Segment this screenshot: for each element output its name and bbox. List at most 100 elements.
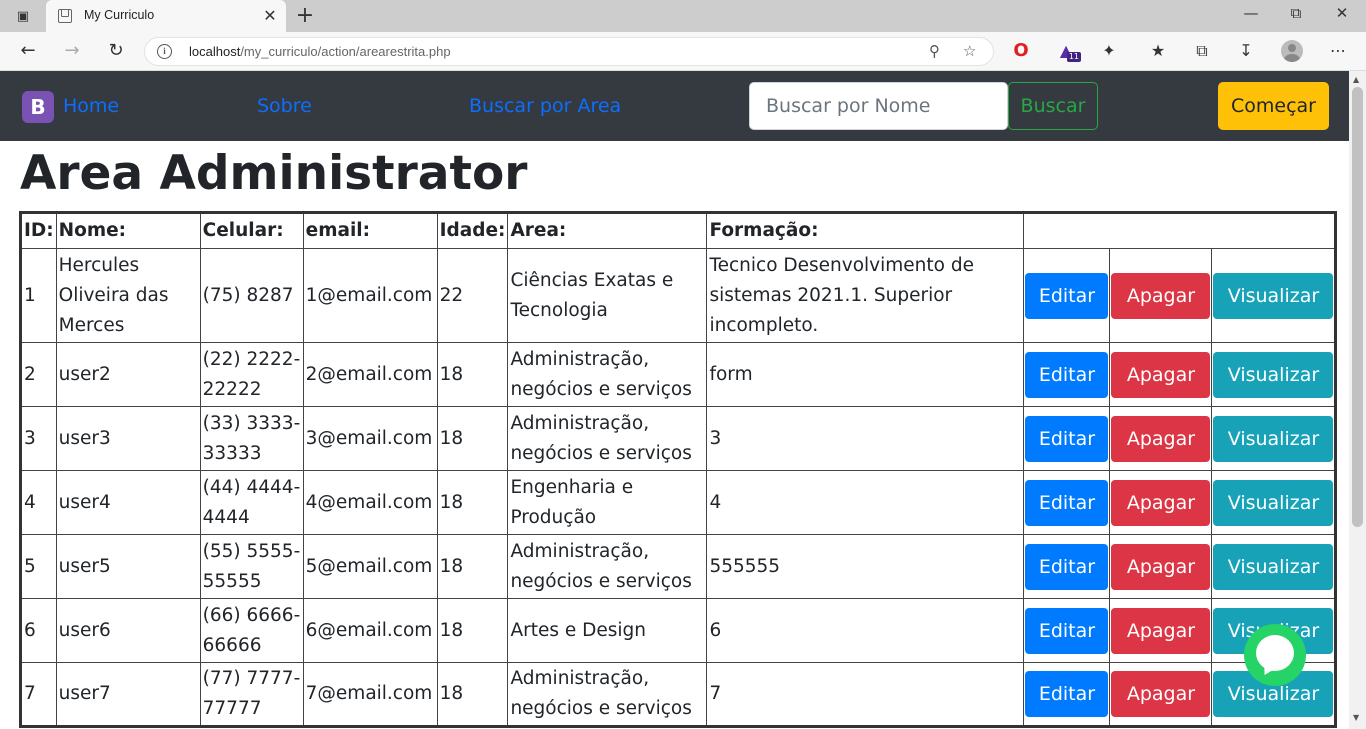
delete-button[interactable]: Apagar <box>1111 351 1211 398</box>
restore-icon[interactable]: ⧉ <box>1281 4 1311 22</box>
new-tab-icon[interactable]: + <box>293 3 317 28</box>
url-text[interactable]: localhost/my_curriculo/action/arearestri… <box>189 44 451 59</box>
cell-id: 4 <box>20 470 57 535</box>
cell-area: Administração, negócios e serviços <box>507 406 708 471</box>
start-button[interactable]: Começar <box>1218 82 1329 130</box>
cell-id: 7 <box>20 662 57 727</box>
action-cell: Apagar <box>1109 662 1213 727</box>
table-row: 1 Hercules Oliveira das Merces (75) 8287 1@… <box>20 248 1337 343</box>
collections-icon[interactable]: ⧉ <box>1189 37 1215 65</box>
cell-formacao: 555555 <box>706 534 1025 599</box>
header-celular: Celular: <box>199 212 304 249</box>
view-button[interactable]: Visualizar <box>1213 479 1334 526</box>
nav-link-sobre[interactable]: Sobre <box>257 95 312 117</box>
scroll-up-icon[interactable]: ▲ <box>1353 75 1359 84</box>
extensions-icon[interactable]: ✦ <box>1096 37 1122 65</box>
edit-button[interactable]: Editar <box>1025 543 1109 590</box>
nav-link-buscar-area[interactable]: Buscar por Area <box>469 95 621 117</box>
favorites-icon[interactable]: ★ <box>1145 37 1171 65</box>
cell-area: Administração, negócios e serviços <box>507 342 708 407</box>
edit-button[interactable]: Editar <box>1025 351 1109 398</box>
cell-email: 6@email.com <box>302 598 438 663</box>
view-button[interactable]: Visualizar <box>1213 415 1334 462</box>
action-cell: Visualizar <box>1211 406 1337 471</box>
action-cell: Apagar <box>1109 342 1213 407</box>
table-row: 6 user6 (66) 6666-66666 6@email.com 18 Artes … <box>20 598 1337 663</box>
close-window-icon[interactable]: ✕ <box>1327 4 1357 22</box>
cell-celular: (75) 8287 <box>199 248 304 343</box>
zoom-icon[interactable]: ⚲ <box>929 42 940 60</box>
chat-widget-icon[interactable] <box>1244 624 1306 686</box>
graduation-extension-icon[interactable]: ▲ 11 <box>1053 37 1081 65</box>
users-table: ID: Nome: Celular: email: Idade: Area: F… <box>19 211 1338 728</box>
search-button[interactable]: Buscar <box>1008 82 1098 130</box>
header-id: ID: <box>20 212 57 249</box>
cell-email: 3@email.com <box>302 406 438 471</box>
action-cell: Visualizar <box>1211 534 1337 599</box>
cell-formacao: 7 <box>706 662 1025 727</box>
cell-area: Ciências Exatas e Tecnologia <box>507 248 708 343</box>
view-button[interactable]: Visualizar <box>1213 351 1334 398</box>
cell-formacao: 4 <box>706 470 1025 535</box>
add-favorite-icon[interactable]: ☆ <box>963 42 976 60</box>
refresh-icon[interactable]: ↻ <box>102 38 130 64</box>
more-menu-icon[interactable]: ⋯ <box>1325 37 1351 65</box>
delete-button[interactable]: Apagar <box>1111 415 1211 462</box>
close-tab-icon[interactable]: ✕ <box>261 6 279 25</box>
cell-nome: user2 <box>55 342 201 407</box>
header-area: Area: <box>507 212 708 249</box>
cell-id: 1 <box>20 248 57 343</box>
page-scrollbar[interactable]: ▲ ▼ <box>1349 71 1366 729</box>
delete-button[interactable]: Apagar <box>1111 479 1211 526</box>
cell-nome: user4 <box>55 470 201 535</box>
view-button[interactable]: Visualizar <box>1213 272 1334 319</box>
cell-celular: (22) 2222-22222 <box>199 342 304 407</box>
delete-button[interactable]: Apagar <box>1111 272 1211 319</box>
nav-link-home[interactable]: Home <box>63 95 119 117</box>
cell-nome: user6 <box>55 598 201 663</box>
cell-formacao: form <box>706 342 1025 407</box>
action-cell: Apagar <box>1109 248 1213 343</box>
brand-logo-icon[interactable]: B <box>22 91 54 123</box>
edit-button[interactable]: Editar <box>1025 479 1109 526</box>
action-cell: Visualizar <box>1211 342 1337 407</box>
header-actions <box>1023 212 1337 249</box>
profile-avatar[interactable] <box>1281 40 1303 62</box>
table-row: 2 user2 (22) 2222-22222 2@email.com 18 Admini… <box>20 342 1337 407</box>
cell-idade: 18 <box>436 598 509 663</box>
cell-formacao: 3 <box>706 406 1025 471</box>
address-bar[interactable]: i localhost/my_curriculo/action/arearest… <box>144 37 994 66</box>
search-name-input[interactable] <box>749 82 1008 130</box>
back-icon[interactable]: ← <box>14 38 42 64</box>
site-info-icon[interactable]: i <box>157 44 172 59</box>
cell-id: 6 <box>20 598 57 663</box>
cell-celular: (55) 5555-55555 <box>199 534 304 599</box>
opera-extension-icon[interactable]: O <box>1008 37 1034 65</box>
browser-tab[interactable]: My Curriculo ✕ <box>46 0 286 32</box>
cell-id: 2 <box>20 342 57 407</box>
delete-button[interactable]: Apagar <box>1111 607 1211 654</box>
cell-nome: user3 <box>55 406 201 471</box>
cell-email: 5@email.com <box>302 534 438 599</box>
delete-button[interactable]: Apagar <box>1111 671 1211 717</box>
action-cell: Editar <box>1023 598 1111 663</box>
cell-celular: (33) 3333-33333 <box>199 406 304 471</box>
cell-email: 4@email.com <box>302 470 438 535</box>
edit-button[interactable]: Editar <box>1025 415 1109 462</box>
view-button[interactable]: Visualizar <box>1213 543 1334 590</box>
scrollbar-thumb[interactable] <box>1352 87 1363 527</box>
table-row: 7 user7 (77) 7777-77777 7@email.com 18 Admini… <box>20 662 1337 727</box>
edit-button[interactable]: Editar <box>1025 607 1109 654</box>
scroll-down-icon[interactable]: ▼ <box>1353 713 1359 722</box>
cell-area: Administração, negócios e serviços <box>507 662 708 727</box>
cell-nome: user7 <box>55 662 201 727</box>
cell-idade: 18 <box>436 342 509 407</box>
edit-button[interactable]: Editar <box>1025 272 1109 319</box>
downloads-icon[interactable]: ↧ <box>1233 37 1259 65</box>
action-cell: Editar <box>1023 406 1111 471</box>
delete-button[interactable]: Apagar <box>1111 543 1211 590</box>
edit-button[interactable]: Editar <box>1025 671 1109 717</box>
minimize-icon[interactable]: — <box>1236 4 1266 22</box>
forward-icon[interactable]: → <box>58 38 86 64</box>
tab-actions-icon[interactable]: ▣ <box>12 6 34 26</box>
